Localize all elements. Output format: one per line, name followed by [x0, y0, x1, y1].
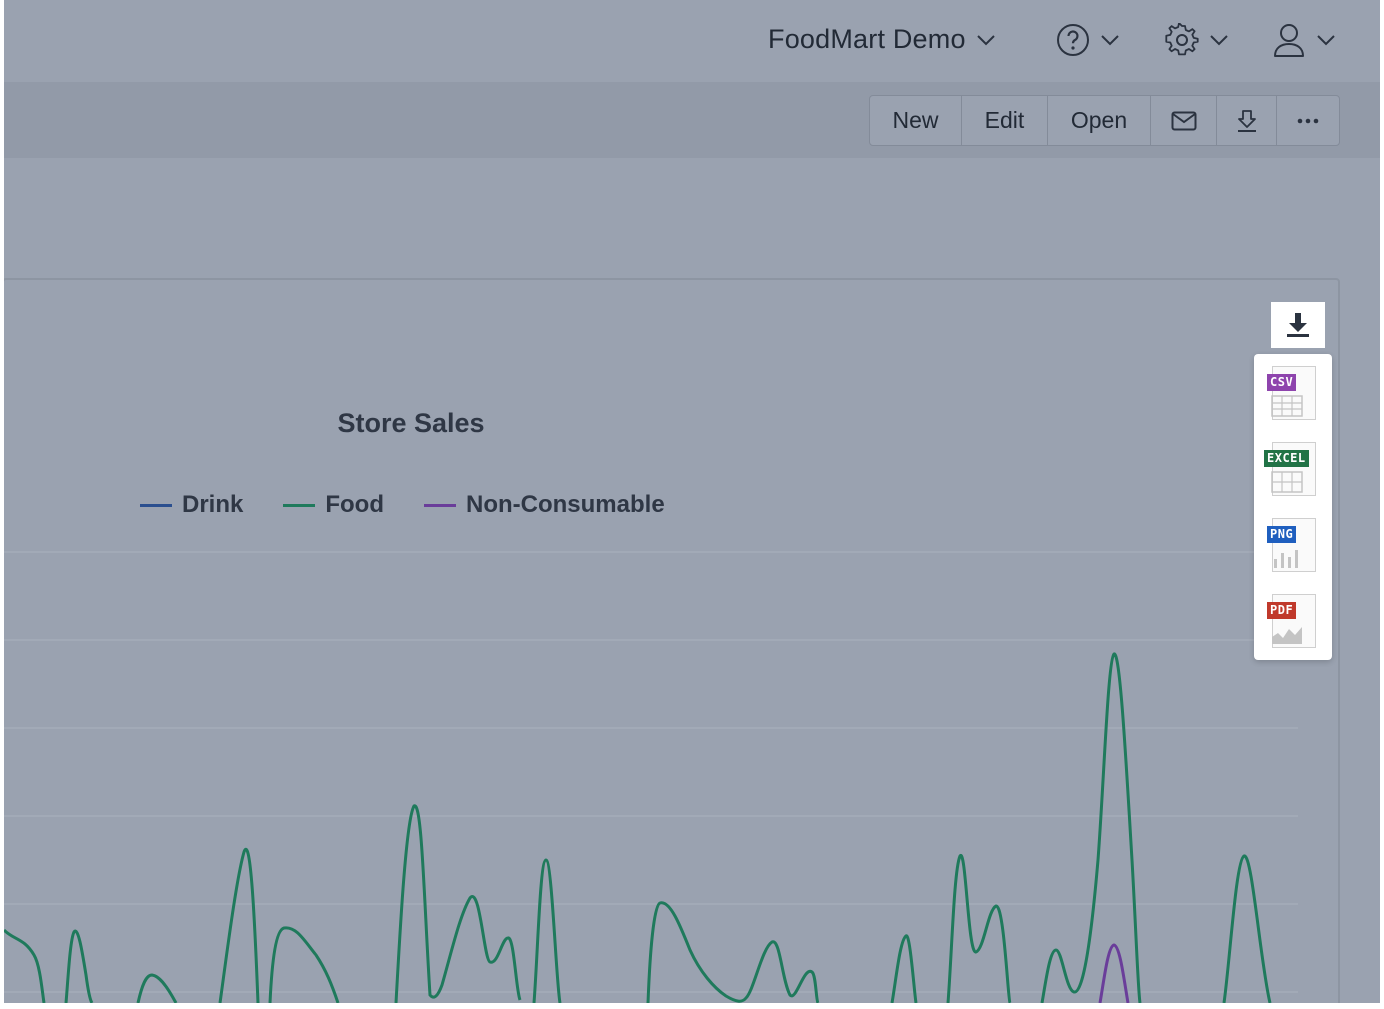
- file-type-label: PDF: [1267, 602, 1297, 619]
- series-line-non-consumable: [1098, 943, 1130, 1003]
- legend-item-drink[interactable]: Drink: [140, 491, 243, 519]
- chart-download-button[interactable]: [1271, 302, 1325, 348]
- legend-item-non-consumable[interactable]: Non-Consumable: [424, 491, 665, 519]
- legend-swatch: [140, 503, 172, 507]
- legend-label: Drink: [182, 491, 244, 518]
- download-format-menu: CSV EXCEL PNG PDF: [1254, 354, 1332, 660]
- download-pdf-option[interactable]: PDF: [1265, 592, 1321, 652]
- legend-swatch: [283, 503, 316, 507]
- series-line-food: [4, 652, 1272, 1003]
- download-excel-option[interactable]: EXCEL: [1264, 440, 1321, 500]
- download-png-option[interactable]: PNG: [1265, 516, 1321, 576]
- legend-label: Non-Consumable: [466, 491, 665, 518]
- app-window: FoodMart Demo New Edit Open Store Sales …: [4, 0, 1380, 1003]
- file-type-label: EXCEL: [1264, 450, 1309, 467]
- download-icon: [1287, 313, 1309, 337]
- download-csv-option[interactable]: CSV: [1265, 364, 1321, 424]
- chart-legend: Drink Food Non-Consumable: [140, 491, 665, 519]
- chart-title: Store Sales: [337, 408, 485, 438]
- legend-swatch: [424, 503, 456, 507]
- file-type-label: CSV: [1267, 374, 1297, 391]
- legend-label: Food: [325, 491, 384, 518]
- file-type-label: PNG: [1267, 526, 1297, 543]
- legend-item-food[interactable]: Food: [283, 491, 384, 519]
